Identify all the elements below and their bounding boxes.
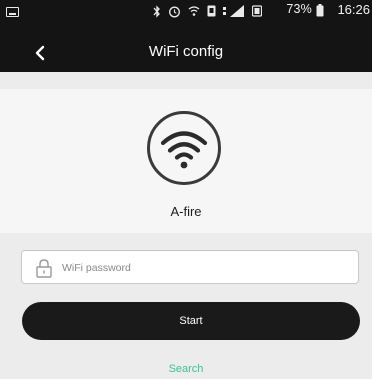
- clock: 16:26: [337, 2, 370, 17]
- screenshot-notification-icon: [6, 7, 19, 17]
- page-title: WiFi config: [148, 43, 224, 60]
- wifi-signal-icon: [188, 6, 200, 16]
- device-name: A-fire: [170, 204, 202, 219]
- battery-icon: [316, 4, 324, 17]
- search-link[interactable]: Search: [0, 363, 372, 375]
- wifi-icon: [147, 111, 221, 185]
- status-bar: 73% 16:26: [0, 0, 372, 34]
- bluetooth-icon: [153, 4, 160, 18]
- device-panel: A-fire: [0, 89, 372, 233]
- cellular-signal-icon: [223, 5, 244, 17]
- start-button[interactable]: Start: [22, 302, 360, 340]
- status-icons: [153, 3, 262, 19]
- wifi-config-screen: 73% 16:26 WiFi config A-fire Start Searc…: [0, 0, 372, 379]
- wifi-password-field[interactable]: [21, 250, 359, 284]
- alarm-icon: [169, 6, 180, 17]
- battery-saver-icon: [252, 5, 262, 17]
- battery-percentage: 73%: [286, 2, 312, 16]
- title-bar: WiFi config: [0, 34, 372, 72]
- wifi-password-input[interactable]: [60, 252, 354, 284]
- lock-icon: [36, 259, 52, 278]
- sim-icon: [207, 5, 216, 17]
